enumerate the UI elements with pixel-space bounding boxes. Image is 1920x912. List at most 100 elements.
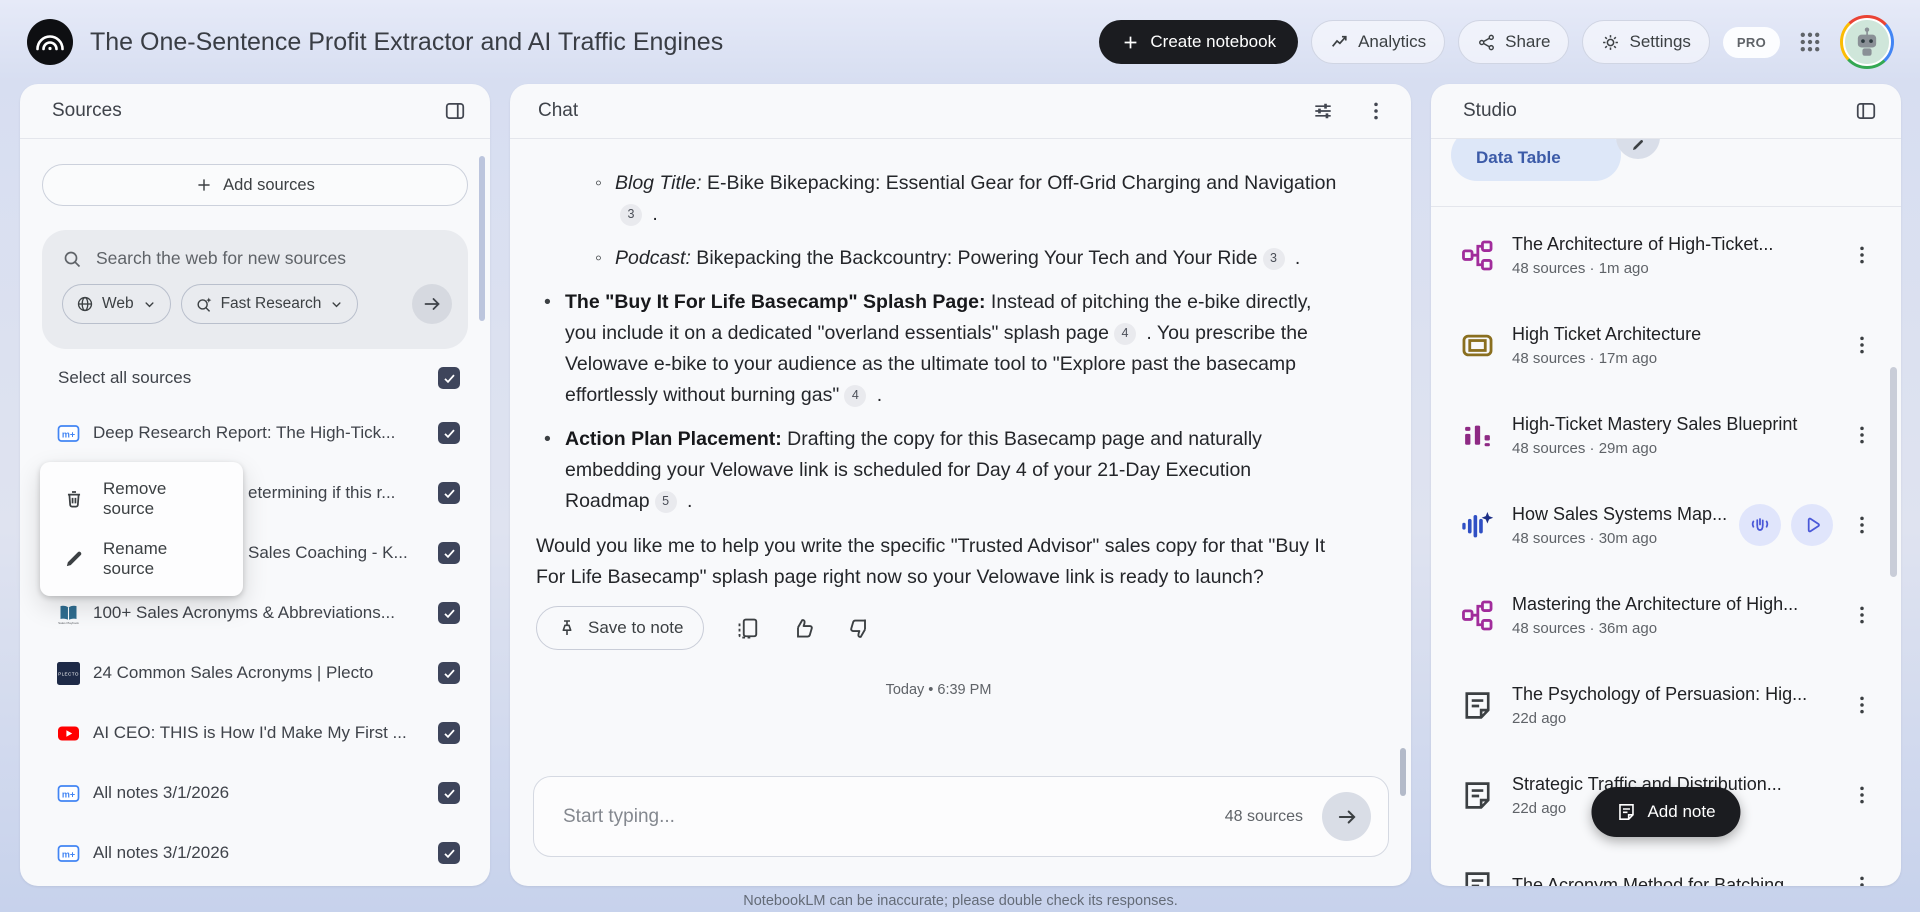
studio-item[interactable]: The Architecture of High-Ticket... 48 sou…: [1431, 210, 1901, 300]
source-row[interactable]: m+ All notes 3/1/2026: [20, 823, 490, 883]
create-notebook-button[interactable]: Create notebook: [1099, 20, 1299, 64]
chat-block-para: Would you like me to help you write the …: [536, 531, 1341, 593]
add-sources-button[interactable]: Add sources: [42, 164, 468, 206]
chat-more-options-button[interactable]: [1363, 98, 1389, 124]
sources-panel-title: Sources: [52, 100, 122, 121]
studio-item[interactable]: The Psychology of Persuasion: Hig... 22d …: [1431, 660, 1901, 750]
studio-scrollbar-thumb[interactable]: [1890, 367, 1897, 577]
audio-icon: [1461, 509, 1494, 542]
citation-chip[interactable]: 3: [1262, 247, 1285, 270]
source-checkbox[interactable]: [438, 482, 460, 504]
interactive-button[interactable]: [1739, 504, 1781, 546]
note-icon: [1461, 689, 1494, 722]
studio-item-title: The Acronym Method for Batching...: [1512, 874, 1800, 887]
copy-icon: [739, 618, 758, 638]
save-to-note-button[interactable]: Save to note: [536, 606, 705, 650]
source-checkbox[interactable]: [438, 722, 460, 744]
citation-chip[interactable]: 4: [1113, 322, 1136, 345]
thumbs-up-button[interactable]: [791, 616, 816, 641]
more-options-button[interactable]: [1845, 868, 1879, 886]
source-row[interactable]: m+ Deep Research Report: The High-Tick...: [20, 403, 490, 463]
data-table-chip[interactable]: Data Table: [1451, 139, 1621, 181]
svg-text:Sales Playbook: Sales Playbook: [58, 621, 79, 625]
settings-button[interactable]: Settings: [1582, 20, 1710, 64]
analytics-button[interactable]: Analytics: [1311, 20, 1446, 64]
arrow-right-icon: [1338, 810, 1356, 823]
more-options-button[interactable]: [1845, 418, 1879, 452]
studio-item-title: High Ticket Architecture: [1512, 323, 1702, 344]
studio-item[interactable]: High Ticket Architecture 48 sources · 17m…: [1431, 300, 1901, 390]
source-count-label: 48 sources: [1224, 807, 1303, 825]
thumbs-up-icon: [797, 618, 814, 637]
plus-icon: [195, 176, 213, 194]
chat-block-sub: ◦ Blog Title: E-Bike Bikepacking: Essenti…: [536, 168, 1341, 230]
more-options-button[interactable]: [1845, 328, 1879, 362]
share-icon: [1477, 33, 1496, 52]
select-all-row: Select all sources: [20, 356, 490, 400]
web-filter-dropdown[interactable]: Web: [62, 284, 171, 324]
citation-chip[interactable]: 3: [620, 203, 642, 226]
citation-chip[interactable]: 5: [654, 490, 677, 513]
source-checkbox[interactable]: [438, 422, 460, 444]
chat-message-area: ◦ Blog Title: E-Bike Bikepacking: Essenti…: [510, 140, 1411, 746]
source-row[interactable]: m+ All notes 3/1/2026: [20, 763, 490, 823]
studio-item-title: How Sales Systems Map...: [1512, 503, 1728, 524]
studio-item-meta: 22d ago: [1512, 709, 1567, 727]
more-options-button[interactable]: [1845, 238, 1879, 272]
text-segment: Action Plan Placement:: [565, 428, 782, 450]
more-options-button[interactable]: [1845, 778, 1879, 812]
edit-chip-button[interactable]: [1616, 139, 1660, 159]
play-button[interactable]: [1791, 504, 1833, 546]
send-message-button[interactable]: [1322, 792, 1371, 841]
apps-grid-button[interactable]: [1793, 25, 1827, 59]
remove-source-menu-item[interactable]: Remove source: [40, 469, 243, 529]
thumbs-down-icon: [850, 619, 867, 638]
select-all-checkbox[interactable]: [438, 367, 460, 389]
mdplus-favicon: m+: [57, 842, 80, 865]
copy-button[interactable]: [735, 616, 760, 641]
source-checkbox[interactable]: [438, 542, 460, 564]
collapse-sources-panel-button[interactable]: [442, 98, 468, 124]
source-checkbox[interactable]: [438, 842, 460, 864]
chat-input[interactable]: [563, 805, 1225, 828]
chat-panel-title: Chat: [538, 100, 579, 121]
source-row[interactable]: PLECTO 24 Common Sales Acronyms | Plecto: [20, 643, 490, 703]
accuracy-disclaimer: NotebookLM can be inaccurate; please dou…: [743, 893, 1178, 909]
note-icon: [1461, 779, 1494, 812]
book-favicon: Sales Playbook: [57, 602, 80, 625]
citation-chip[interactable]: 4: [844, 384, 867, 407]
source-checkbox[interactable]: [438, 782, 460, 804]
text-segment: .: [1289, 247, 1301, 269]
more-options-button[interactable]: [1845, 688, 1879, 722]
note-icon: [1461, 869, 1494, 886]
check-icon: [443, 374, 455, 383]
sources-scrollbar-thumb[interactable]: [479, 156, 485, 321]
workspace: Sources Add sources Web: [0, 84, 1920, 912]
top-actions: Create notebook Analytics Share Settings…: [1099, 15, 1894, 69]
search-submit-button[interactable]: [412, 284, 452, 324]
studio-item[interactable]: Mastering the Architecture of High... 48 …: [1431, 570, 1901, 660]
search-input[interactable]: [96, 248, 452, 269]
chat-scrollbar-thumb[interactable]: [1400, 748, 1406, 796]
user-avatar[interactable]: [1840, 15, 1894, 69]
source-title: 100+ Sales Acronyms & Abbreviations...: [93, 603, 395, 622]
share-button[interactable]: Share: [1458, 20, 1570, 64]
source-title: All notes 3/1/2026: [93, 843, 230, 862]
chat-settings-button[interactable]: [1310, 98, 1336, 124]
svg-text:m+: m+: [62, 789, 75, 799]
expand-studio-panel-button[interactable]: [1853, 98, 1879, 124]
studio-item[interactable]: The Acronym Method for Batching...: [1431, 840, 1901, 886]
studio-item-meta: 48 sources · 30m ago: [1512, 529, 1658, 547]
rename-source-menu-item[interactable]: Rename source: [40, 529, 243, 589]
research-mode-dropdown[interactable]: Fast Research: [180, 284, 359, 324]
add-note-button[interactable]: Add note: [1591, 787, 1741, 837]
thumbs-down-button[interactable]: [847, 616, 872, 641]
source-checkbox[interactable]: [438, 602, 460, 624]
source-checkbox[interactable]: [438, 662, 460, 684]
source-row[interactable]: AI CEO: THIS is How I'd Make My First ..…: [20, 703, 490, 763]
studio-item[interactable]: How Sales Systems Map... 48 sources · 30m…: [1431, 480, 1901, 570]
more-options-button[interactable]: [1845, 598, 1879, 632]
more-options-button[interactable]: [1845, 508, 1879, 542]
studio-item[interactable]: High-Ticket Mastery Sales Blueprint 48 so…: [1431, 390, 1901, 480]
notebooklm-logo[interactable]: [26, 18, 74, 66]
